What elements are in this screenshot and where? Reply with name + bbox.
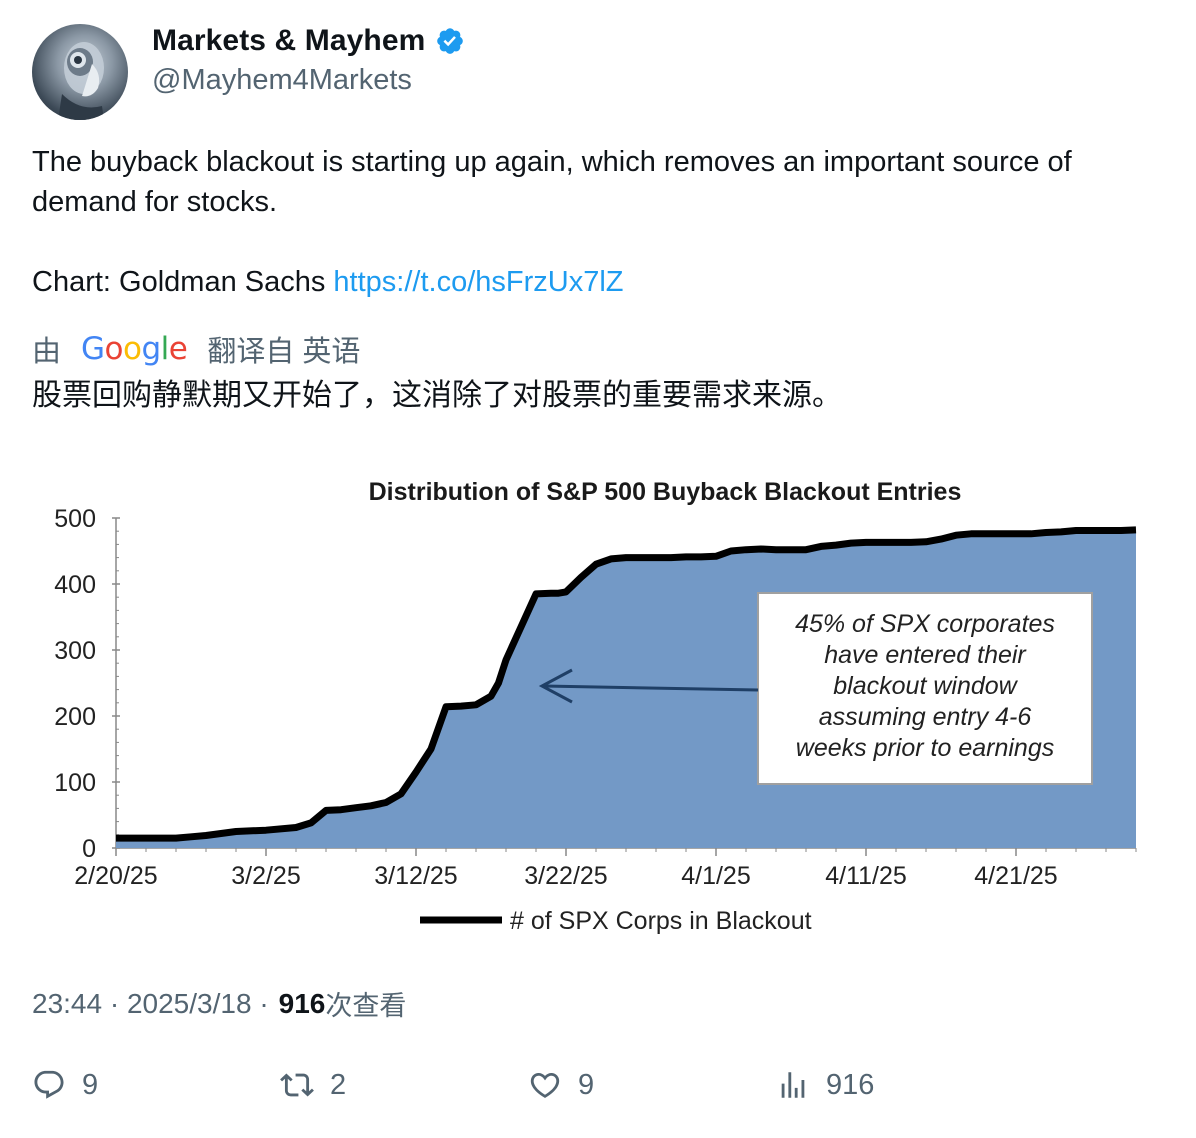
tweet-time[interactable]: 23:44 [32, 988, 102, 1020]
tweet-source-line: Chart: Goldman Sachs https://t.co/hsFrzU… [32, 262, 624, 302]
area-chart: Distribution of S&P 500 Buyback Blackout… [54, 478, 1137, 935]
annotation-line: assuming entry 4-6 [819, 703, 1032, 731]
views-label: 次查看 [325, 991, 407, 1022]
google-logo-icon: Google [81, 331, 188, 367]
verified-badge-icon [437, 28, 464, 54]
y-tick-label: 300 [54, 637, 96, 665]
x-tick-label: 3/12/25 [374, 862, 457, 890]
user-handle[interactable]: @Mayhem4Markets [152, 64, 412, 97]
analytics-icon [781, 1072, 805, 1098]
x-tick-label: 4/21/25 [974, 862, 1057, 890]
heart-icon [530, 1072, 560, 1098]
repost-icon [280, 1073, 314, 1097]
chart-legend: # of SPX Corps in Blackout [420, 907, 812, 935]
translation-from: 翻译自 英语 [207, 336, 361, 368]
reply-button[interactable]: 9 [32, 1068, 98, 1102]
y-axis: 0 100 200 300 400 500 [54, 505, 120, 863]
legend-label: # of SPX Corps in Blackout [510, 907, 812, 935]
chart-title: Distribution of S&P 500 Buyback Blackout… [369, 478, 962, 506]
x-tick-label: 2/20/25 [74, 862, 157, 890]
tweet-meta: 23:44 · 2025/3/18 · 916 次查看 [32, 984, 406, 1023]
chart-image[interactable]: Distribution of S&P 500 Buyback Blackout… [32, 462, 1164, 952]
translated-text: 股票回购静默期又开始了，这消除了对股票的重要需求来源。 [32, 378, 842, 413]
like-button[interactable]: 9 [528, 1068, 594, 1102]
tweet-link[interactable]: https://t.co/hsFrzUx7lZ [333, 266, 623, 298]
display-name-row[interactable]: Markets & Mayhem [152, 24, 465, 58]
action-bar: 9 2 9 916 [0, 1068, 1196, 1118]
y-tick-label: 500 [54, 505, 96, 533]
views-count: 916 [278, 987, 326, 1019]
y-tick-label: 100 [54, 769, 96, 797]
y-tick-label: 0 [82, 835, 96, 863]
meta-separator: · [251, 987, 269, 1019]
y-tick-label: 400 [54, 571, 96, 599]
views-action-count: 916 [826, 1068, 875, 1101]
tweet-date[interactable]: 2025/3/18 [127, 988, 252, 1020]
y-tick-label: 200 [54, 703, 96, 731]
like-count: 9 [578, 1068, 595, 1101]
tweet-body: The buyback blackout is starting up agai… [32, 146, 1072, 218]
annotation-line: blackout window [833, 672, 1018, 700]
x-tick-label: 4/1/25 [681, 862, 751, 890]
display-name[interactable]: Markets & Mayhem [152, 24, 425, 58]
source-prefix: Chart: Goldman Sachs [32, 266, 334, 298]
translation-by: 由 [32, 336, 62, 368]
x-tick-label: 4/11/25 [825, 862, 907, 890]
x-tick-label: 3/2/25 [231, 862, 301, 890]
annotation-line: have entered their [824, 641, 1027, 669]
tweet-text: The buyback blackout is starting up agai… [32, 142, 1172, 222]
repost-button[interactable]: 2 [280, 1068, 346, 1102]
robot-avatar-icon [58, 42, 104, 120]
views-button[interactable]: 916 [776, 1068, 874, 1102]
translation-attribution[interactable]: 由 Google 翻译自 英语 [32, 328, 360, 370]
reply-icon [34, 1070, 64, 1099]
x-axis: 2/20/25 3/2/25 3/12/25 3/22/25 4/1/25 4/11/25… [74, 847, 1137, 890]
repost-count: 2 [330, 1068, 347, 1101]
meta-separator: · [102, 987, 127, 1019]
x-tick-label: 3/22/25 [524, 862, 607, 890]
annotation-line: weeks prior to earnings [796, 734, 1054, 762]
avatar[interactable] [32, 24, 128, 120]
reply-count: 9 [82, 1068, 99, 1101]
annotation-line: 45% of SPX corporates [795, 610, 1055, 638]
